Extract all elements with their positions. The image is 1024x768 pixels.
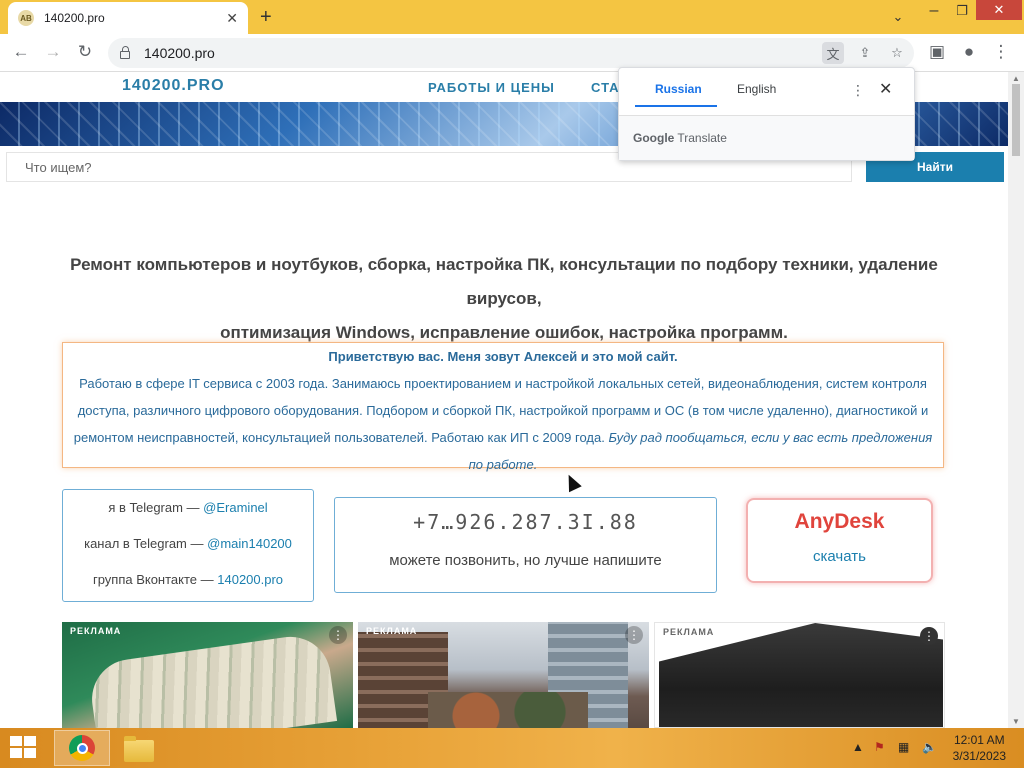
ad-card[interactable]: РЕКЛАМА ⋮ [358,622,649,728]
windows-start-icon[interactable] [10,736,38,760]
action-center-flag-icon[interactable]: ⚑ [874,740,885,754]
intro-line: Ремонт компьютеров и ноутбуков, сборка, … [70,255,938,308]
clock-time: 12:01 AM [953,733,1005,747]
greeting-box: Приветствую вас. Меня зовут Алексей и эт… [62,342,944,472]
contact-vk: группа Вконтакте — 140200.pro [63,562,313,598]
ad-label: РЕКЛАМА [366,626,418,636]
tab-title: 140200.pro [44,11,105,25]
greeting-title: Приветствую вас. Меня зовут Алексей и эт… [328,349,678,364]
chrome-logo-icon [69,735,95,761]
contact-telegram-channel: канал в Telegram — @main140200 [63,526,313,562]
taskbar: ▲ ⚑ ▦ 🔈 12:01 AM 3/31/2023 [0,728,1024,768]
reload-icon[interactable]: ↻ [74,42,96,62]
chrome-taskbar-icon[interactable] [54,730,110,766]
tab-strip: AB 140200.pro ✕ + ⌄ – ❐ ✕ [0,0,1024,34]
ad-label: РЕКЛАМА [663,627,715,637]
intro-text: Ремонт компьютеров и ноутбуков, сборка, … [60,248,948,350]
phone-caption: можете позвонить, но лучше напишите [389,552,662,569]
google-logo: Google [633,131,675,145]
profile-avatar-icon[interactable]: ● [958,42,980,62]
ad-label: РЕКЛАМА [70,626,122,636]
share-icon[interactable]: ⇪ [854,42,876,64]
ad-menu-icon[interactable]: ⋮ [329,626,347,644]
clock-date: 3/31/2023 [952,749,1006,763]
contact-telegram: я в Telegram — @Eraminel [63,490,313,526]
translate-options-icon[interactable]: ⋮ [851,82,865,99]
contacts-box: я в Telegram — @Eraminel канал в Telegra… [62,489,314,602]
telegram-link[interactable]: @Eraminel [203,500,268,515]
ad-menu-icon[interactable]: ⋮ [920,627,938,645]
url-text[interactable]: 140200.pro [144,45,215,61]
translate-label: Translate [677,131,727,145]
translate-tab-russian[interactable]: Russian [655,82,702,96]
page-viewport: 140200.PRO РАБОТЫ И ЦЕНЫ СТАТ Что ищем? … [0,72,1008,728]
minimize-button[interactable]: – [920,0,948,22]
contact-label: я в Telegram — [108,500,204,515]
file-explorer-icon[interactable] [124,736,158,762]
translate-tab-english[interactable]: English [737,82,776,96]
translate-popup: Russian English ⋮ ✕ Google Translate [618,67,915,161]
contact-label: группа Вконтакте — [92,572,218,587]
ad-card[interactable]: РЕКЛАМА ⋮ [62,622,353,728]
forward-arrow-icon[interactable]: → [42,42,64,62]
more-menu-icon[interactable]: ⋮ [990,42,1012,62]
anydesk-box[interactable]: AnyDesk скачать [746,498,933,583]
favicon-icon: AB [18,10,34,26]
lock-icon[interactable] [120,46,130,59]
vk-link[interactable]: 140200.pro [217,572,283,587]
maximize-button[interactable]: ❐ [950,0,974,22]
tray-expand-icon[interactable]: ▲ [852,740,864,754]
window-close-button[interactable]: ✕ [976,0,1022,20]
ad-image [86,631,338,728]
taskbar-clock[interactable]: 12:01 AM 3/31/2023 [953,732,1006,764]
bookmark-star-icon[interactable]: ☆ [886,42,908,64]
phone-box: +7…926.287.3I.88 можете позвонить, но лу… [334,497,717,593]
greeting-text: Работаю в сфере IT сервиса с 2003 года. … [71,370,935,478]
anydesk-title[interactable]: AnyDesk [748,510,931,534]
scroll-down-icon[interactable]: ▼ [1012,717,1020,726]
address-bar[interactable]: 140200.pro 文 ⇪ ☆ [108,38,914,68]
translate-icon[interactable]: 文 [822,42,844,64]
network-icon[interactable]: ▦ [898,740,909,754]
translate-close-icon[interactable]: ✕ [879,79,892,99]
tab-search-dropdown-icon[interactable]: ⌄ [884,6,912,28]
anydesk-download-link[interactable]: скачать [748,548,931,565]
ad-image [428,692,588,728]
browser-tab[interactable]: AB 140200.pro ✕ [8,2,248,34]
contact-label: канал в Telegram — [84,536,208,551]
ad-image [659,623,943,727]
new-tab-button[interactable]: + [260,6,272,29]
close-tab-icon[interactable]: ✕ [226,10,238,27]
volume-icon[interactable]: 🔈 [922,740,937,754]
ad-menu-icon[interactable]: ⋮ [625,626,643,644]
ad-card[interactable]: РЕКЛАМА ⋮ [654,622,945,728]
nav-works-prices[interactable]: РАБОТЫ И ЦЕНЫ [428,80,555,95]
telegram-channel-link[interactable]: @main140200 [207,536,292,551]
scroll-thumb[interactable] [1012,84,1020,156]
back-arrow-icon[interactable]: ← [10,42,32,62]
phone-number: +7…926.287.3I.88 [413,510,638,534]
page-scrollbar[interactable]: ▲ ▼ [1008,72,1024,728]
scroll-up-icon[interactable]: ▲ [1012,74,1020,83]
translate-footer: Google Translate [619,116,914,160]
active-tab-indicator [635,105,717,107]
site-logo[interactable]: 140200.PRO [122,77,225,95]
side-panel-icon[interactable]: ▣ [926,42,948,62]
